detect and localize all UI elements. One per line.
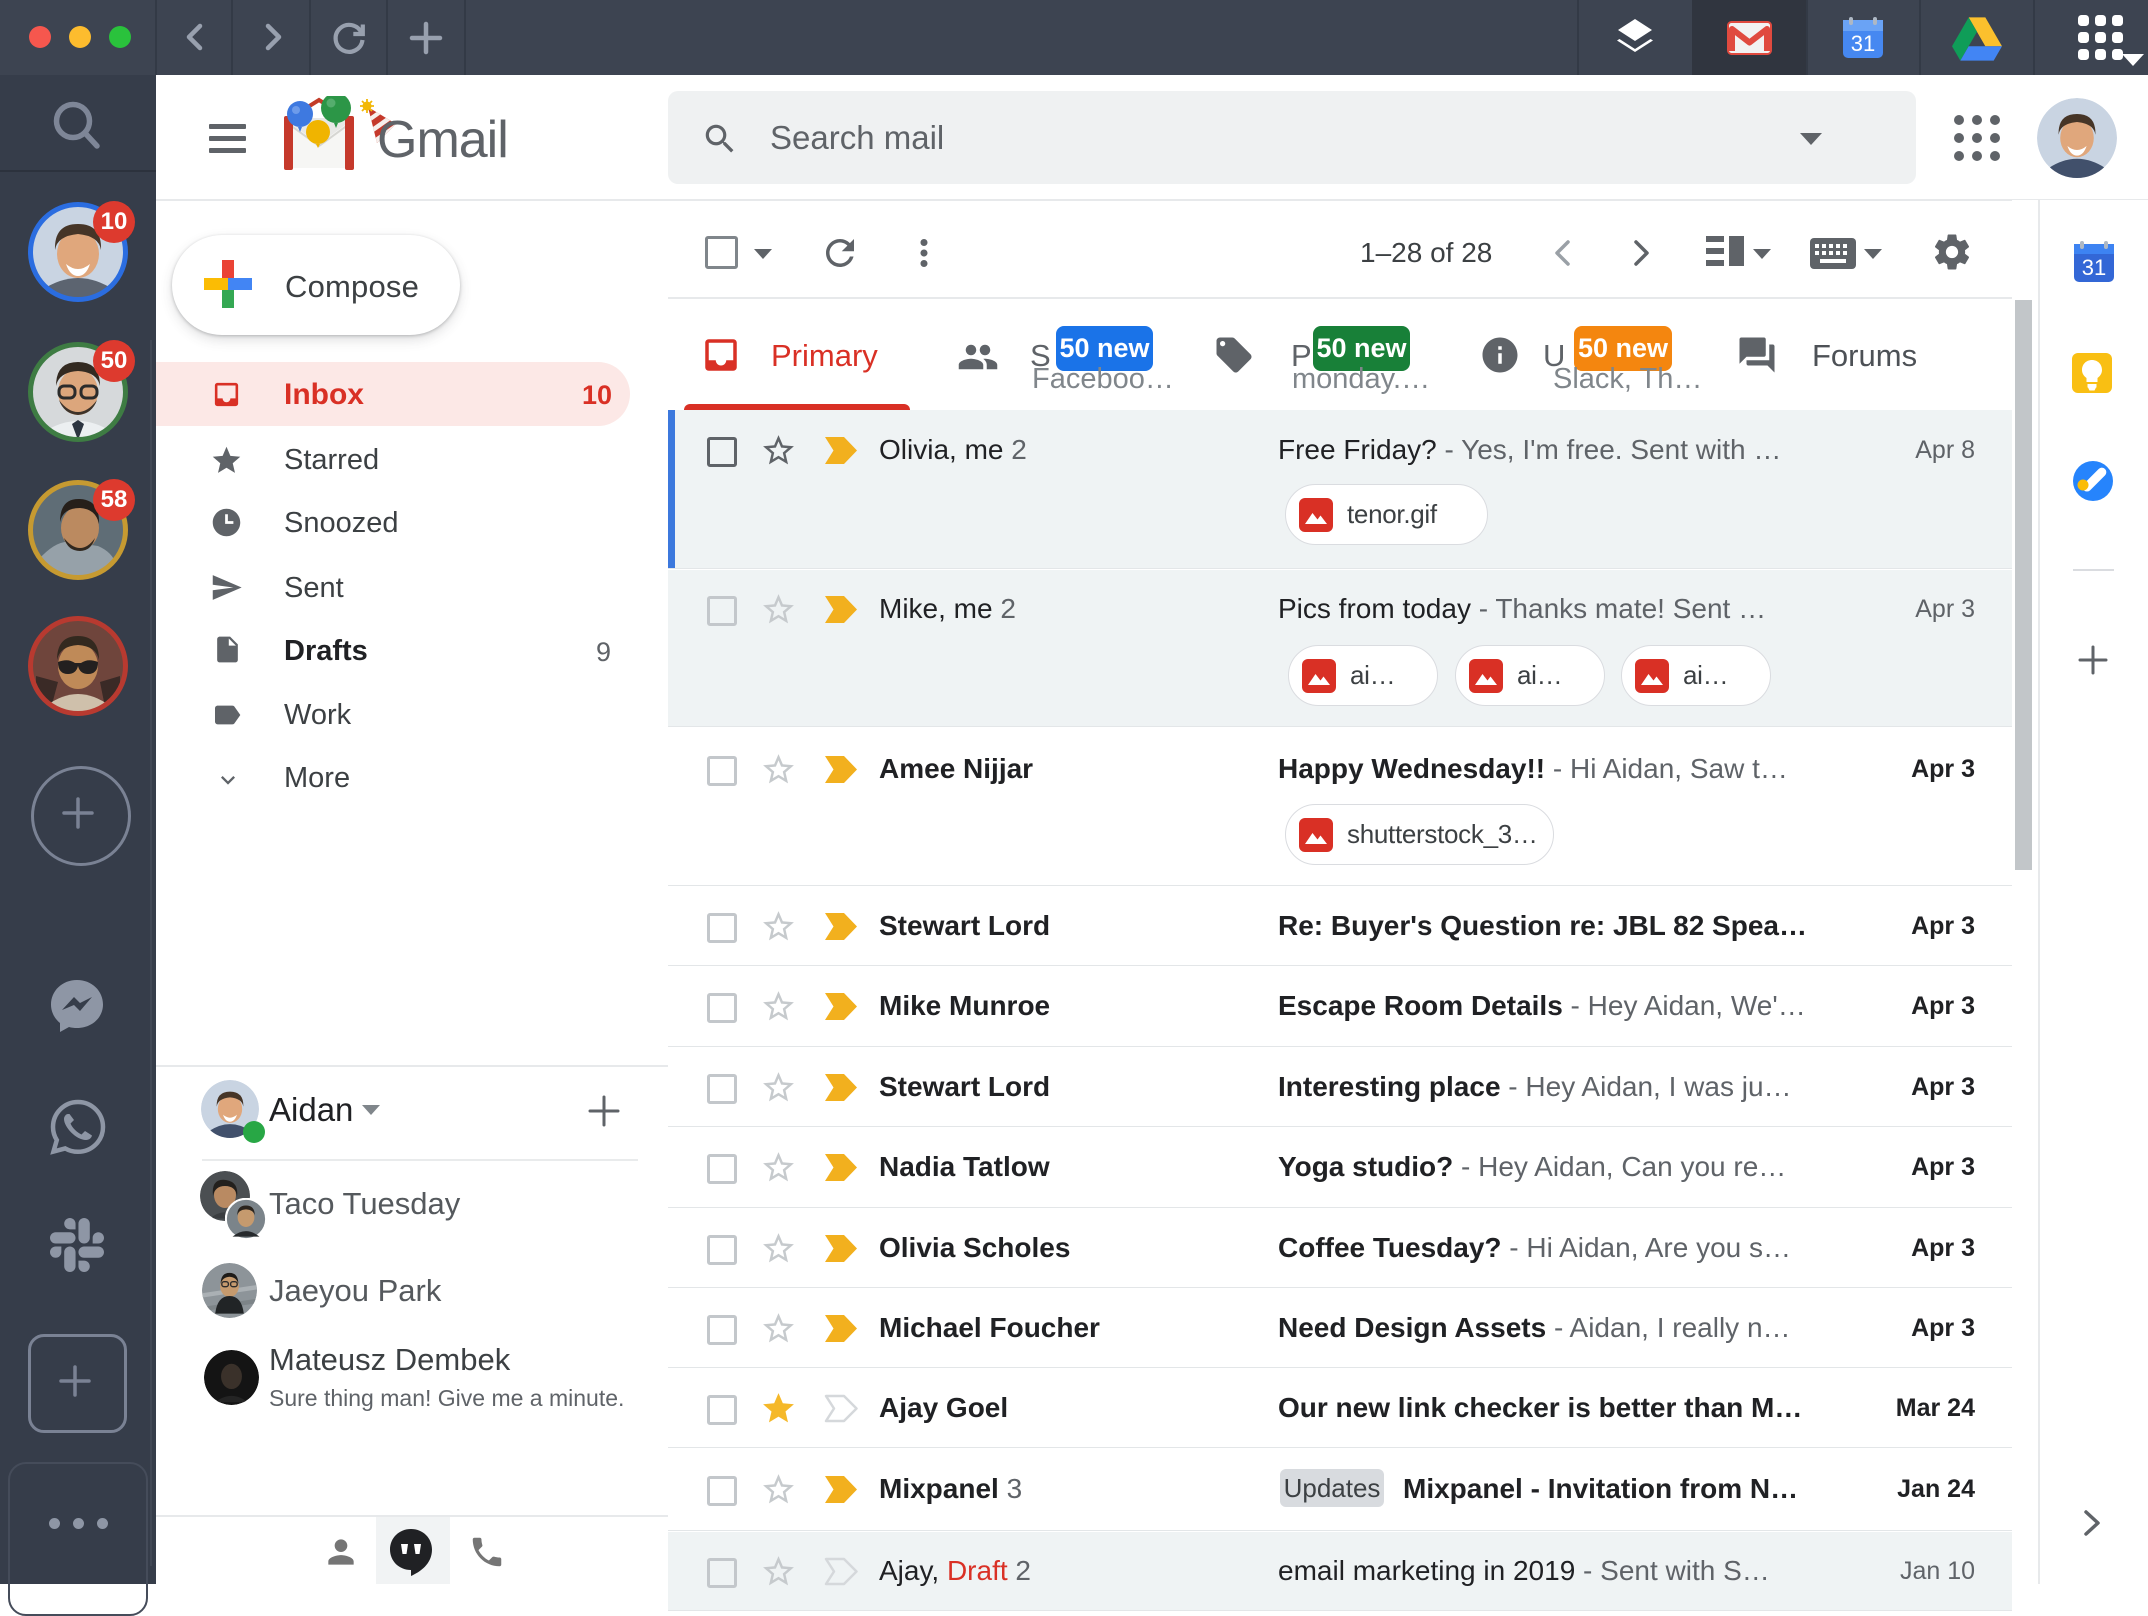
svg-text:31: 31 bbox=[2082, 255, 2106, 280]
svg-text:31: 31 bbox=[1851, 31, 1875, 56]
